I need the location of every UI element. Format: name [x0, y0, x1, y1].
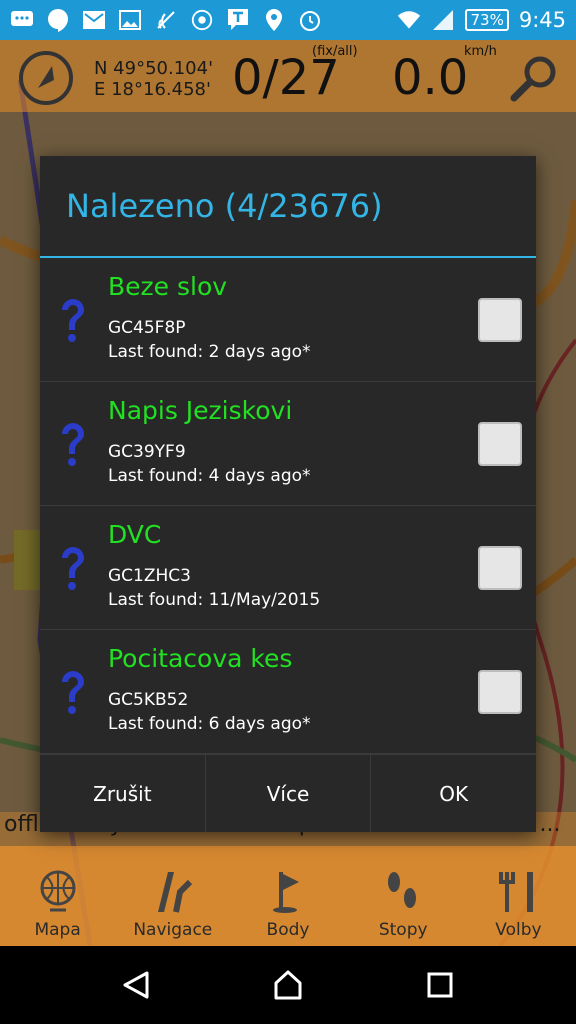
search-icon[interactable] — [510, 54, 560, 104]
cache-last-found: Last found: 6 days ago* — [108, 714, 311, 734]
bottom-nav: Mapa Navigace Body Stopy Volby — [0, 846, 576, 946]
unknown-cache-icon — [62, 547, 84, 590]
cache-last-found: Last found: 4 days ago* — [108, 466, 311, 486]
nav-label: Mapa — [34, 920, 81, 940]
nav-label: Body — [266, 920, 310, 940]
text-icon — [226, 8, 250, 32]
unknown-cache-icon — [62, 671, 84, 714]
flag-icon — [273, 872, 299, 913]
nav-label: Volby — [495, 920, 542, 940]
more-button[interactable]: Více — [206, 755, 372, 832]
nav-item-navigace[interactable]: Navigace — [115, 846, 230, 946]
cache-code: GC39YF9 — [108, 442, 186, 462]
cache-code: GC45F8P — [108, 318, 186, 338]
nav-item-stopy[interactable]: Stopy — [346, 846, 461, 946]
system-nav-bar — [0, 946, 576, 1024]
cache-checkbox[interactable] — [478, 546, 522, 590]
speed-unit: km/h — [464, 44, 497, 59]
cancel-button[interactable]: Zrušit — [40, 755, 206, 832]
cache-name: DVC — [108, 520, 162, 549]
recents-icon[interactable] — [415, 960, 465, 1010]
cache-last-found: Last found: 11/May/2015 — [108, 590, 321, 610]
speed-value: 0.0 — [392, 50, 469, 106]
nav-item-volby[interactable]: Volby — [461, 846, 576, 946]
found-dialog: Nalezeno (4/23676) Beze slov GC45F8P Las… — [40, 156, 536, 832]
globe-icon — [40, 870, 76, 912]
image-icon — [118, 8, 142, 32]
back-icon[interactable] — [111, 960, 161, 1010]
nav-item-mapa[interactable]: Mapa — [0, 846, 115, 946]
dialog-title: Nalezeno (4/23676) — [40, 156, 536, 258]
cache-list: Beze slov GC45F8P Last found: 2 days ago… — [40, 258, 536, 754]
route-icon — [157, 872, 192, 913]
list-item[interactable]: Napis Jeziskovi GC39YF9 Last found: 4 da… — [40, 382, 536, 506]
footprints-icon — [388, 872, 417, 908]
unknown-cache-icon — [62, 299, 84, 342]
list-item[interactable]: Beze slov GC45F8P Last found: 2 days ago… — [40, 258, 536, 382]
gps-coordinates: N 49°50.104' E 18°16.458' — [94, 58, 213, 100]
cache-name: Beze slov — [108, 272, 228, 301]
coord-east: E 18°16.458' — [94, 79, 211, 100]
tools-icon — [499, 872, 534, 912]
clock: 9:45 — [518, 8, 566, 32]
cache-name: Napis Jeziskovi — [108, 396, 293, 425]
home-icon[interactable] — [263, 960, 313, 1010]
location-icon — [262, 8, 286, 32]
signal-icon — [154, 8, 178, 32]
cache-name: Pocitacova kes — [108, 644, 293, 673]
compass-icon[interactable] — [18, 50, 74, 106]
gmail-icon — [82, 8, 106, 32]
alarm-icon — [298, 8, 322, 32]
chat-icon — [10, 8, 34, 32]
cell-signal-icon — [431, 8, 455, 32]
cache-checkbox[interactable] — [478, 422, 522, 466]
unknown-cache-icon — [62, 423, 84, 466]
dialog-actions: Zrušit Více OK — [40, 754, 536, 832]
nav-item-body[interactable]: Body — [230, 846, 345, 946]
coord-north: N 49°50.104' — [94, 58, 214, 79]
ok-button[interactable]: OK — [371, 755, 536, 832]
nav-label: Stopy — [378, 920, 428, 940]
cache-checkbox[interactable] — [478, 298, 522, 342]
satellite-unit: (fix/all) — [312, 44, 358, 59]
mouse-icon — [190, 8, 214, 32]
status-bar: 73% 9:45 — [0, 0, 576, 40]
list-item[interactable]: Pocitacova kes GC5KB52 Last found: 6 day… — [40, 630, 536, 754]
battery-level: 73% — [465, 9, 509, 31]
list-item[interactable]: DVC GC1ZHC3 Last found: 11/May/2015 — [40, 506, 536, 630]
nav-label: Navigace — [133, 920, 213, 940]
hangouts-icon — [46, 8, 70, 32]
wifi-icon — [397, 8, 421, 32]
cache-code: GC5KB52 — [108, 690, 189, 710]
cache-checkbox[interactable] — [478, 670, 522, 714]
cache-code: GC1ZHC3 — [108, 566, 191, 586]
cache-last-found: Last found: 2 days ago* — [108, 342, 311, 362]
